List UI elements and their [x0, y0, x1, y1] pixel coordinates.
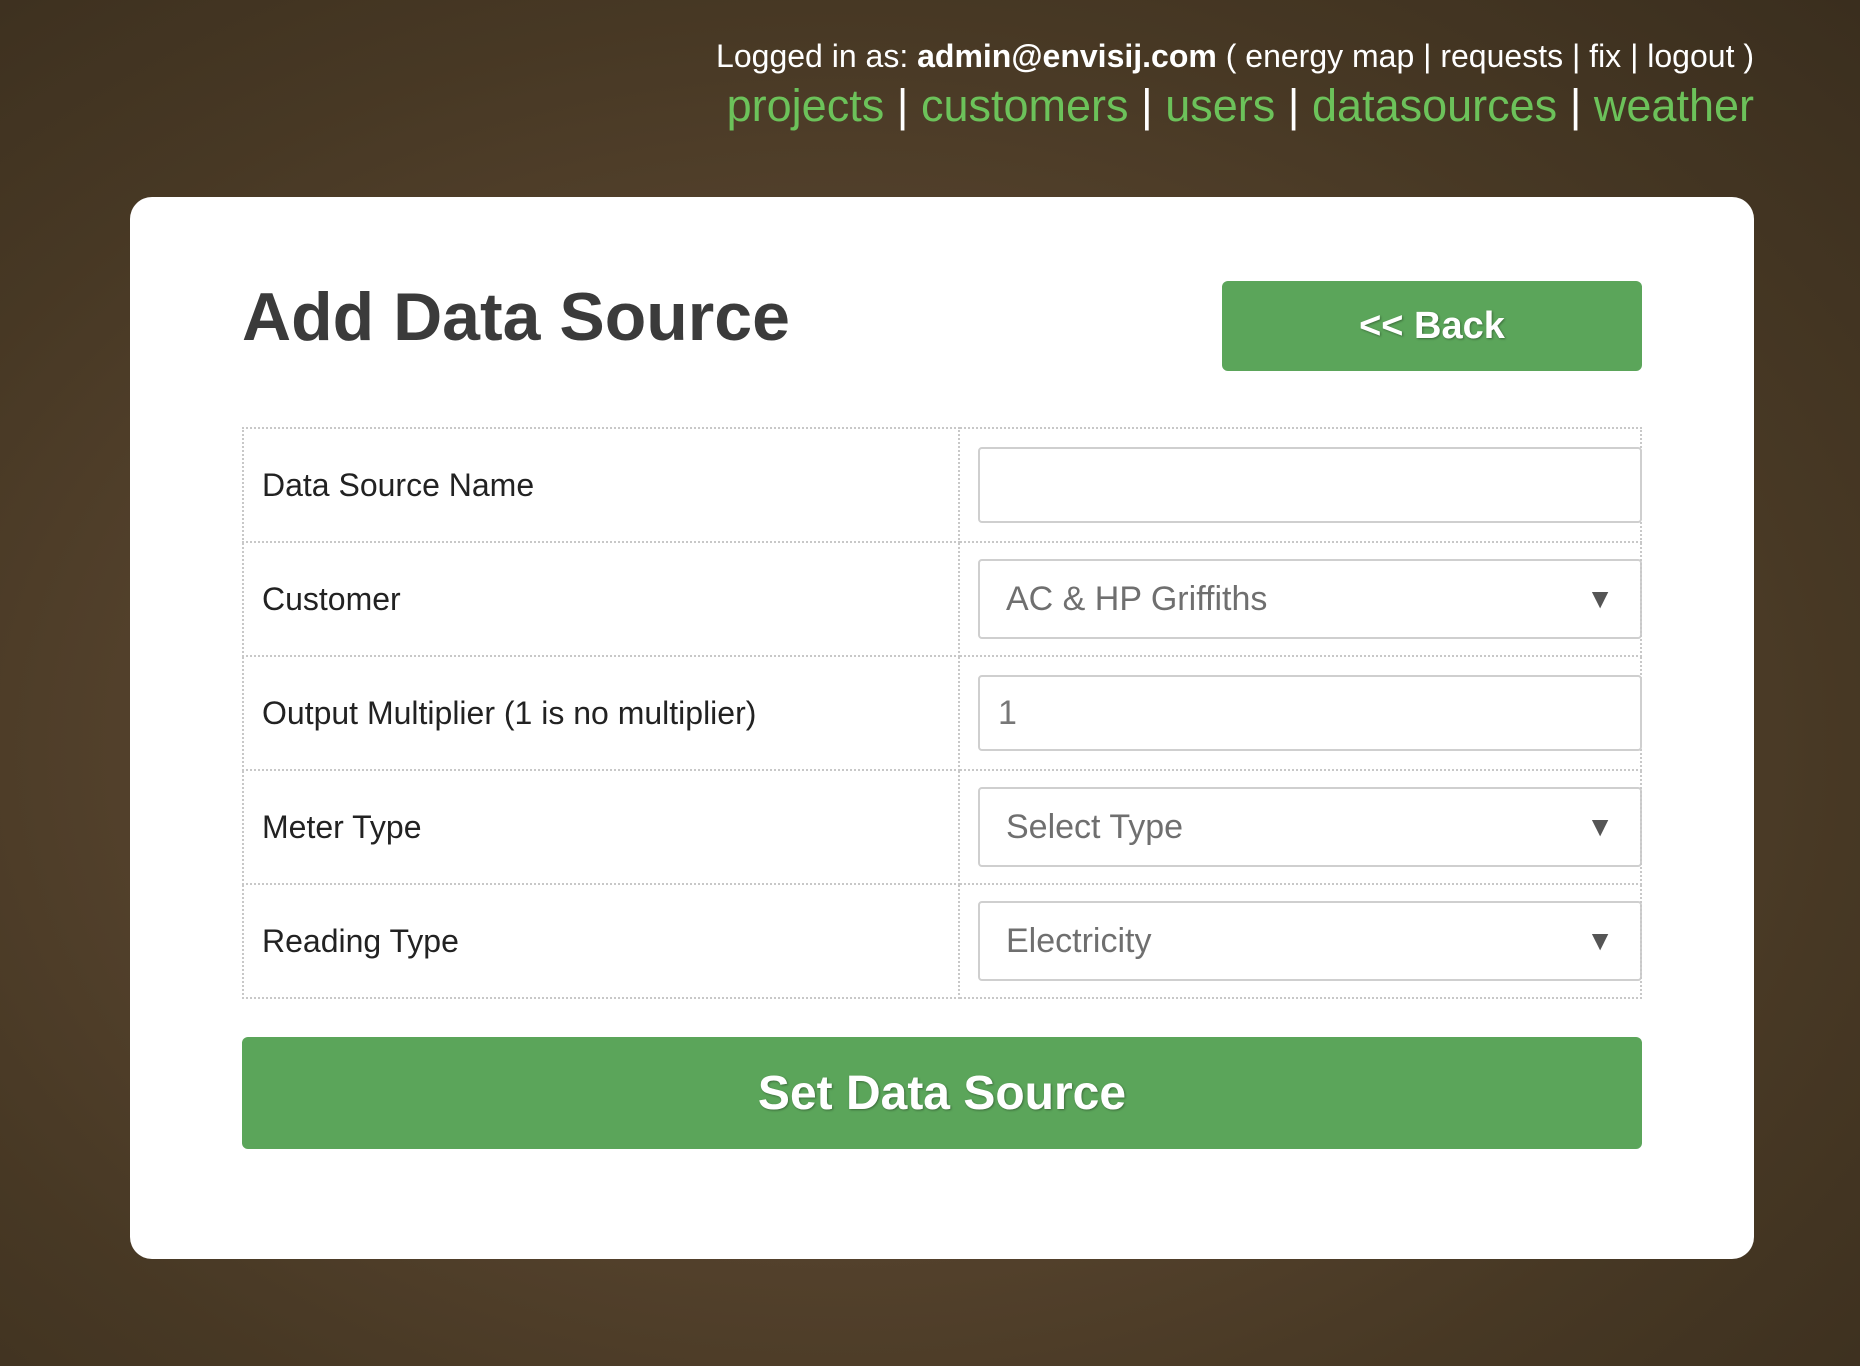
data-source-form: Data Source Name Customer AC & HP Griffi… — [242, 427, 1642, 999]
reading-type-select[interactable]: Electricity ▼ — [978, 901, 1642, 981]
nav-customers-link[interactable]: customers — [921, 80, 1129, 131]
page-title: Add Data Source — [242, 279, 790, 355]
set-data-source-button[interactable]: Set Data Source — [242, 1037, 1642, 1149]
separator: | — [1630, 38, 1639, 74]
form-row-data-source-name: Data Source Name — [242, 427, 1642, 543]
open-paren: ( — [1225, 38, 1237, 74]
meter-type-selected-value: Select Type — [1006, 807, 1184, 846]
fix-link[interactable]: fix — [1589, 38, 1621, 74]
main-nav: projects | customers | users | datasourc… — [716, 80, 1754, 132]
triangle-down-icon: ▼ — [1586, 925, 1614, 956]
data-source-name-input[interactable] — [978, 447, 1642, 523]
user-email: admin@envisij.com — [917, 38, 1217, 74]
field-label: Customer — [242, 541, 960, 657]
separator: | — [1569, 80, 1582, 131]
reading-type-selected-value: Electricity — [1006, 921, 1152, 960]
nav-users-link[interactable]: users — [1165, 80, 1275, 131]
separator: | — [896, 80, 909, 131]
form-row-customer: Customer AC & HP Griffiths ▼ — [242, 541, 1642, 657]
separator: | — [1571, 38, 1581, 74]
triangle-down-icon: ▼ — [1586, 583, 1614, 614]
login-status: Logged in as: admin@envisij.com ( energy… — [716, 36, 1754, 76]
form-row-meter-type: Meter Type Select Type ▼ — [242, 769, 1642, 885]
field-label: Reading Type — [242, 883, 960, 999]
nav-datasources-link[interactable]: datasources — [1312, 80, 1557, 131]
customer-selected-value: AC & HP Griffiths — [1006, 579, 1268, 618]
logout-link[interactable]: logout — [1647, 38, 1734, 74]
form-row-output-multiplier: Output Multiplier (1 is no multiplier) — [242, 655, 1642, 771]
close-paren: ) — [1743, 38, 1754, 74]
logged-in-label: Logged in as: — [716, 38, 909, 74]
nav-weather-link[interactable]: weather — [1594, 80, 1754, 131]
customer-select[interactable]: AC & HP Griffiths ▼ — [978, 559, 1642, 639]
separator: | — [1423, 38, 1432, 74]
separator: | — [1141, 80, 1153, 131]
field-label: Data Source Name — [242, 427, 960, 543]
energy-map-link[interactable]: energy map — [1245, 38, 1414, 74]
form-row-reading-type: Reading Type Electricity ▼ — [242, 883, 1642, 999]
header-bar: Logged in as: admin@envisij.com ( energy… — [716, 36, 1754, 132]
requests-link[interactable]: requests — [1440, 38, 1563, 74]
separator: | — [1287, 80, 1300, 131]
field-label: Output Multiplier (1 is no multiplier) — [242, 655, 960, 771]
add-data-source-panel: Add Data Source << Back Data Source Name… — [130, 197, 1754, 1259]
field-label: Meter Type — [242, 769, 960, 885]
triangle-down-icon: ▼ — [1586, 811, 1614, 842]
back-button[interactable]: << Back — [1222, 281, 1642, 371]
nav-projects-link[interactable]: projects — [727, 80, 885, 131]
meter-type-select[interactable]: Select Type ▼ — [978, 787, 1642, 867]
output-multiplier-input[interactable] — [978, 675, 1642, 751]
